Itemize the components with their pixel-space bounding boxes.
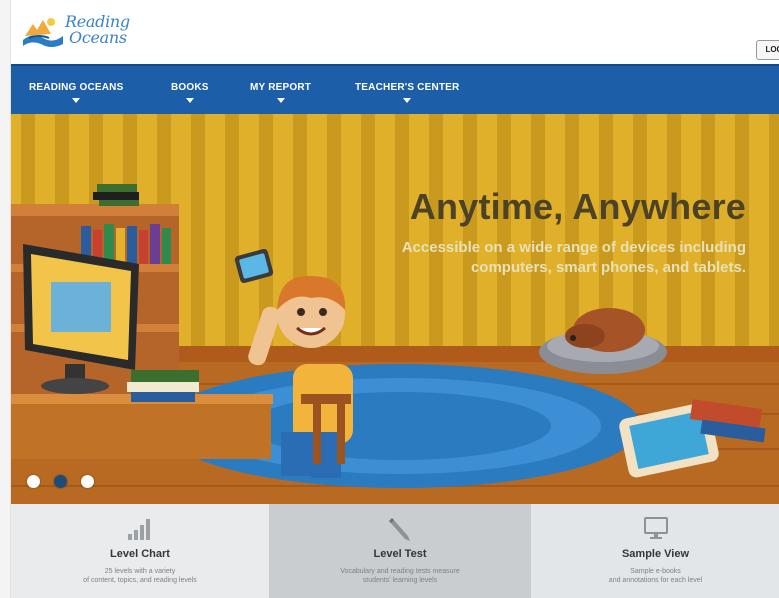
hero-title: Anytime, Anywhere xyxy=(409,186,746,227)
feature-level-test[interactable]: Level Test Vocabulary and reading tests … xyxy=(269,504,531,598)
caret-down-icon xyxy=(276,98,285,103)
nav-label: BOOKS xyxy=(171,82,209,93)
caret-down-icon xyxy=(185,98,194,103)
nav-label: READING OCEANS xyxy=(29,82,124,93)
logo-line-2: Oceans xyxy=(69,28,127,47)
hero-illustration xyxy=(11,114,779,504)
logo-wordmark: Reading Oceans xyxy=(65,14,130,46)
main-nav: READING OCEANS BOOKS MY REPORT TEACHER'S… xyxy=(11,64,779,114)
nav-label: TEACHER'S CENTER xyxy=(355,82,460,93)
feature-desc-line-1: 25 levels with a variety xyxy=(104,568,176,575)
feature-sample-view[interactable]: Sample View Sample e-books and annotatio… xyxy=(531,504,779,598)
feature-desc: Vocabulary and reading tests measure stu… xyxy=(269,567,531,585)
feature-level-chart[interactable]: Level Chart 25 levels with a variety of … xyxy=(11,504,269,598)
caret-down-icon xyxy=(72,98,81,103)
book-stack xyxy=(131,370,199,382)
feature-panels: Level Chart 25 levels with a variety of … xyxy=(11,504,779,598)
hero-banner[interactable]: Anytime, Anywhere Accessible on a wide r… xyxy=(11,114,779,504)
bar-chart-icon xyxy=(128,519,150,540)
feature-desc: 25 levels with a variety of content, top… xyxy=(11,567,269,585)
feature-desc-line-1: Vocabulary and reading tests measure xyxy=(340,568,460,575)
desk xyxy=(11,399,271,459)
page-frame: Reading Oceans LOGI READING OCEANS BOOKS… xyxy=(10,0,779,598)
nav-label: MY REPORT xyxy=(250,82,312,93)
carousel-dot-1[interactable] xyxy=(27,475,40,488)
carousel-dot-3[interactable] xyxy=(81,475,94,488)
feature-title: Level Chart xyxy=(110,548,170,560)
monitor-icon xyxy=(643,517,668,539)
reading-oceans-logo[interactable]: Reading Oceans xyxy=(21,14,131,56)
hero-subtitle-line-1: Accessible on a wide range of devices in… xyxy=(401,239,746,256)
carousel-dot-2[interactable] xyxy=(54,475,67,488)
feature-desc-line-2: and annotations for each level xyxy=(608,577,703,584)
hero-subtitle-line-2: computers, smart phones, and tablets. xyxy=(470,259,746,276)
caret-down-icon xyxy=(403,98,412,103)
feature-desc-line-2: of content, topics, and reading levels xyxy=(83,577,197,584)
logo-icon xyxy=(23,18,63,47)
pencil-icon xyxy=(389,518,410,541)
nav-item-my-report[interactable]: MY REPORT xyxy=(250,82,311,103)
feature-desc: Sample e-books and annotations for each … xyxy=(531,567,779,585)
nav-item-reading-oceans[interactable]: READING OCEANS xyxy=(29,82,123,103)
nav-item-books[interactable]: BOOKS xyxy=(171,82,209,103)
feature-desc-line-1: Sample e-books xyxy=(630,568,681,575)
nav-item-teachers-center[interactable]: TEACHER'S CENTER xyxy=(355,82,459,103)
site-header: Reading Oceans LOGI xyxy=(11,0,779,64)
feature-desc-line-2: students' learning levels xyxy=(362,577,438,584)
login-button[interactable]: LOGI xyxy=(756,40,779,60)
hero-subtitle: Accessible on a wide range of devices in… xyxy=(326,238,746,278)
feature-title: Sample View xyxy=(621,548,690,560)
feature-title: Level Test xyxy=(373,548,427,560)
